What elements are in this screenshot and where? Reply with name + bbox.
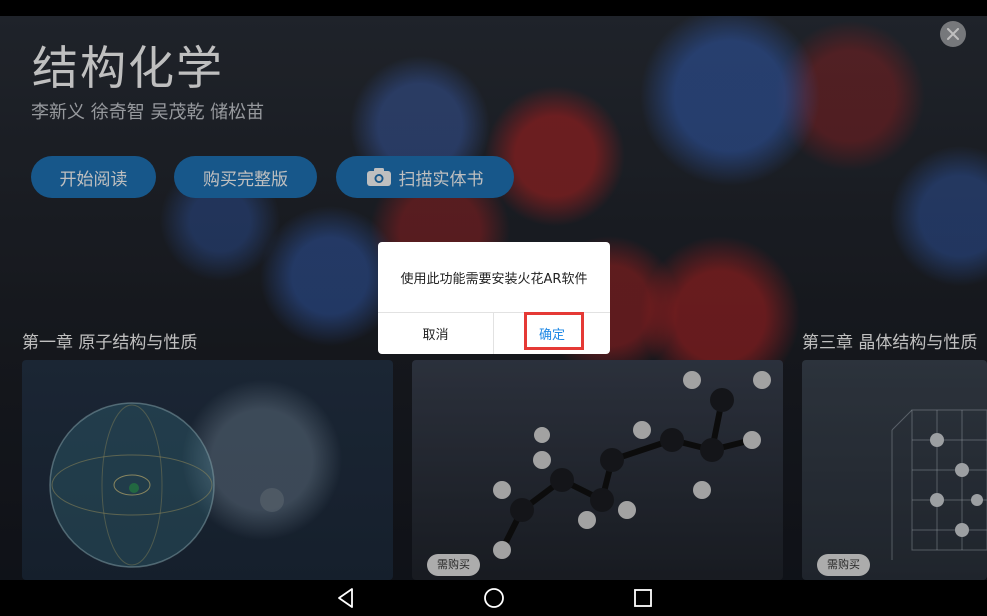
back-triangle-icon[interactable] bbox=[334, 586, 358, 610]
confirm-highlight-box bbox=[524, 312, 584, 350]
install-ar-dialog: 使用此功能需要安装火花AR软件 取消 确定 bbox=[378, 242, 610, 354]
dialog-cancel-button[interactable]: 取消 bbox=[378, 313, 493, 354]
system-navigation-bar bbox=[0, 580, 987, 616]
dialog-message: 使用此功能需要安装火花AR软件 bbox=[400, 271, 588, 287]
status-bar bbox=[0, 0, 987, 16]
recent-square-icon[interactable] bbox=[631, 586, 655, 610]
home-circle-icon[interactable] bbox=[482, 586, 506, 610]
